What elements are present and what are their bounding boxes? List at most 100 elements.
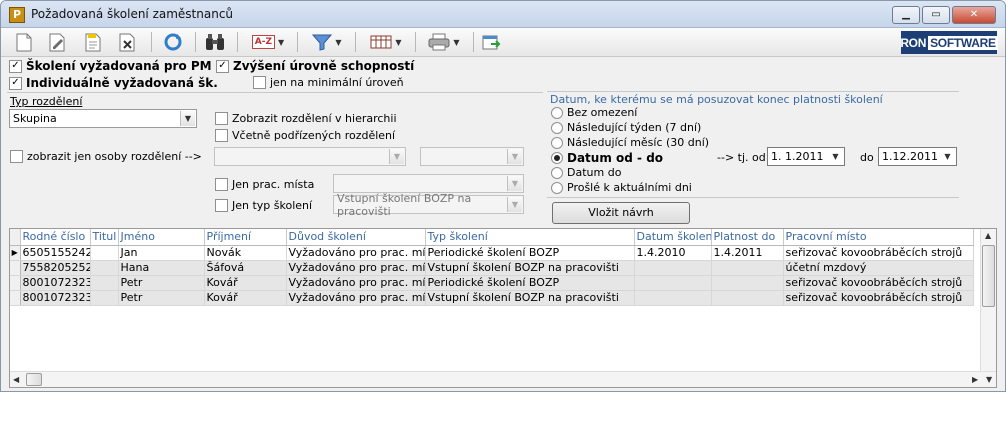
- date-option-label: Datum do: [567, 166, 622, 179]
- table-cell: [90, 290, 119, 306]
- column-header[interactable]: Příjmení: [204, 229, 287, 246]
- typ-skoleni-select[interactable]: Vstupní školení BOZP na pracovišti ▼: [333, 192, 524, 218]
- table-row[interactable]: ▶ 6505155242 Jan Novák Vyžadováno pro prac. …: [10, 245, 974, 261]
- table-cell: 8001072323: [20, 290, 91, 306]
- table-cell: Vyžadováno pro prac. místo: [286, 260, 426, 276]
- jen-typ-skoleni-checkbox[interactable]: Jen typ školení: [215, 199, 312, 212]
- filter-icon[interactable]: ▼: [305, 31, 349, 53]
- export-icon[interactable]: [479, 31, 503, 53]
- date-option-radio[interactable]: Datum do: [551, 166, 621, 179]
- print-icon[interactable]: ▼: [421, 31, 467, 53]
- logo-part2: SOFTWARE: [928, 35, 998, 50]
- row-indicator[interactable]: [10, 275, 21, 291]
- typ-rozdeleni-label: Typ rozdělení: [10, 95, 83, 108]
- column-header[interactable]: Datum školení: [634, 229, 712, 246]
- window-title: Požadovaná školení zaměstnanců: [31, 7, 234, 21]
- scroll-up-icon[interactable]: ▲: [985, 231, 991, 240]
- refresh-icon[interactable]: [161, 31, 185, 53]
- radio-dot-icon: [551, 152, 563, 164]
- main-window: P Požadovaná školení zaměstnanců ▁ ▭ ✕ A…: [0, 0, 1006, 392]
- jen-prac-mista-checkbox[interactable]: Jen prac. místa: [215, 178, 314, 191]
- column-header[interactable]: Rodné číslo: [20, 229, 91, 246]
- column-header[interactable]: Titul: [90, 229, 119, 246]
- jen-prac-mista-label: Jen prac. místa: [232, 178, 315, 191]
- toolbar: A-Z ▼ ▼ ▼ ▼ RON SOFTWARE: [1, 28, 1005, 57]
- columns-icon[interactable]: ▼: [363, 31, 409, 53]
- zvyseni-checkbox[interactable]: ✓ Zvýšení úrovně schopností: [216, 59, 414, 73]
- horizontal-scroll-thumb[interactable]: [26, 373, 42, 386]
- datum-do-value: 1.12.2011: [882, 150, 938, 163]
- radio-dot-icon: [551, 121, 563, 134]
- column-header[interactable]: Typ školení: [425, 229, 635, 246]
- table-cell: seřizovač kovoobráběcích strojů: [783, 275, 974, 291]
- date-option-radio[interactable]: Následující měsíc (30 dní): [551, 136, 709, 149]
- radio-dot-icon: [551, 136, 563, 149]
- chevron-down-icon: ▼: [453, 37, 460, 47]
- rozdeleni-select[interactable]: ▼: [214, 147, 406, 166]
- delete-document-icon[interactable]: [117, 31, 139, 53]
- scroll-left-icon[interactable]: ◀: [13, 375, 19, 384]
- zobrazit-hierarchie-checkbox[interactable]: Zobrazit rozdělení v hierarchii: [215, 112, 397, 125]
- table-cell: [634, 275, 712, 291]
- sort-az-icon[interactable]: A-Z ▼: [245, 31, 291, 53]
- table-cell: 6505155242: [20, 245, 91, 261]
- vcetne-podrizenych-checkbox[interactable]: Včetně podřízených rozdělení: [215, 129, 395, 142]
- zobrazit-jen-checkbox[interactable]: zobrazit jen osoby rozdělení -->: [10, 150, 202, 163]
- datum-do-picker[interactable]: 1.12.2011 ▼: [878, 147, 957, 166]
- logo-part1: RON: [900, 35, 927, 50]
- chevron-down-icon: ▼: [828, 149, 843, 164]
- column-header[interactable]: Jméno: [118, 229, 205, 246]
- jen-min-checkbox[interactable]: jen na minimální úroveň: [253, 76, 404, 89]
- close-button[interactable]: ✕: [952, 6, 996, 24]
- vlozit-navrh-button[interactable]: Vložit návrh: [552, 202, 690, 224]
- table-cell: Šáfová: [204, 260, 287, 276]
- checkmark-icon: ✓: [9, 76, 22, 90]
- row-indicator[interactable]: [10, 260, 21, 276]
- table-cell: 1.4.2011: [711, 245, 784, 261]
- column-header[interactable]: Důvod školení: [286, 229, 426, 246]
- chevron-down-icon: ▼: [278, 37, 285, 47]
- table-cell: 8001072323: [20, 275, 91, 291]
- individualne-checkbox[interactable]: ✓ Individuálně vyžadovaná šk.: [9, 76, 218, 90]
- maximize-button[interactable]: ▭: [922, 6, 950, 24]
- horizontal-scrollbar[interactable]: ◀ ▶ ▼: [10, 371, 996, 387]
- column-header[interactable]: Pracovní místo: [783, 229, 974, 246]
- table-cell: [711, 290, 784, 306]
- date-option-label: Následující měsíc (30 dní): [567, 136, 710, 149]
- new-document-icon[interactable]: [13, 31, 35, 53]
- table-cell: Jan: [118, 245, 205, 261]
- vertical-scrollbar[interactable]: ▲: [980, 229, 996, 372]
- minimize-button[interactable]: ▁: [892, 6, 920, 24]
- typ-rozdeleni-value: Skupina: [13, 112, 57, 125]
- chevron-down-icon: ▼: [389, 149, 404, 164]
- date-option-radio[interactable]: Následující týden (7 dní): [551, 121, 701, 134]
- datum-od-picker[interactable]: 1. 1.2011 ▼: [767, 147, 845, 166]
- rozdeleni-sub-select[interactable]: ▼: [420, 147, 524, 166]
- note-document-icon[interactable]: [83, 31, 105, 53]
- date-option-label: Bez omezení: [567, 106, 638, 119]
- scroll-down-icon[interactable]: ▼: [986, 375, 992, 384]
- current-row-icon[interactable]: ▶: [10, 245, 21, 261]
- skoleni-pm-checkbox[interactable]: ✓ Školení vyžadovaná pro PM: [9, 59, 212, 73]
- table-cell: seřizovač kovoobráběcích strojů: [783, 290, 974, 306]
- table-row[interactable]: 8001072323 Petr Kovář Vyžadováno pro prac. …: [10, 275, 974, 291]
- date-option-radio[interactable]: Datum od - do: [551, 151, 663, 165]
- table-row[interactable]: 8001072323 Petr Kovář Vyžadováno pro prac. …: [10, 290, 974, 306]
- typ-rozdeleni-select[interactable]: Skupina ▼: [9, 109, 197, 128]
- binoculars-icon[interactable]: [203, 31, 227, 53]
- prac-misto-select[interactable]: ▼: [333, 174, 524, 193]
- table-cell: účetní mzdový: [783, 260, 974, 276]
- scroll-right-icon[interactable]: ▶: [972, 375, 978, 384]
- training-table: Rodné číslo Titul Jméno Příjmení Důvod škole…: [9, 228, 997, 388]
- table-cell: seřizovač kovoobráběcích strojů: [783, 245, 974, 261]
- table-row[interactable]: 7558205252 Hana Šáfová Vyžadováno pro prac.…: [10, 260, 974, 276]
- row-indicator[interactable]: [10, 290, 21, 306]
- column-header[interactable]: Platnost do: [711, 229, 784, 246]
- jen-typ-skoleni-label: Jen typ školení: [232, 199, 313, 212]
- edit-document-icon[interactable]: [47, 31, 69, 53]
- chevron-down-icon: ▼: [507, 149, 522, 164]
- date-option-radio[interactable]: Bez omezení: [551, 106, 637, 119]
- table-cell: Kovář: [204, 275, 287, 291]
- date-option-radio[interactable]: Prošlé k aktuálními dni: [551, 181, 692, 194]
- vertical-scroll-thumb[interactable]: [982, 245, 995, 307]
